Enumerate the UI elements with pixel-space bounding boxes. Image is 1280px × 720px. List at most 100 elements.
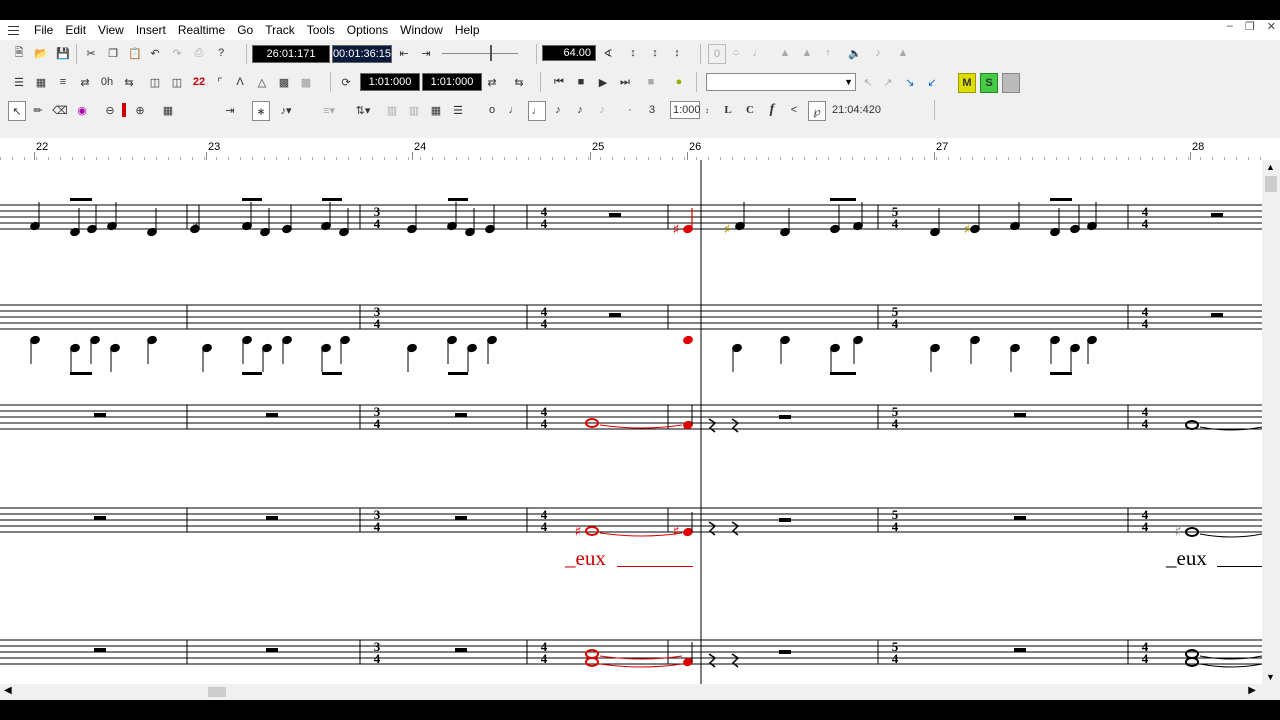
clock-icon[interactable]: 0h	[98, 73, 116, 91]
copy-icon[interactable]: ❐	[104, 44, 122, 62]
rewind-icon[interactable]: ⏮	[550, 73, 568, 91]
scrub-tool-icon[interactable]: ◉	[74, 101, 90, 119]
vertical-scrollbar[interactable]: ▲ ▼	[1262, 160, 1280, 684]
menu-options[interactable]: Options	[341, 23, 394, 37]
minimize-icon[interactable]: –	[1227, 20, 1233, 33]
fast-forward-icon[interactable]: ⏭	[616, 73, 634, 91]
menu-tools[interactable]: Tools	[301, 23, 341, 37]
thirtysecond-note-icon[interactable]: ♪	[594, 101, 610, 119]
menu-window[interactable]: Window	[394, 23, 449, 37]
speaker-icon[interactable]: 🔈	[846, 44, 864, 62]
lyrics-icon[interactable]: ⌜	[212, 73, 228, 91]
app-menu-icon[interactable]	[6, 22, 22, 38]
transpose-combo[interactable]: ⇅▾	[348, 101, 378, 119]
menu-view[interactable]: View	[92, 23, 130, 37]
help-icon[interactable]: ?	[212, 44, 230, 62]
horizontal-scrollbar[interactable]: ◀ ▶	[0, 684, 1280, 700]
select-tool-icon[interactable]: ↖	[8, 101, 26, 121]
whole-note-icon[interactable]: o	[484, 101, 500, 119]
menu-help[interactable]: Help	[449, 23, 486, 37]
prev-track-icon[interactable]: ↖	[860, 73, 876, 91]
new-file-icon[interactable]: 🗎	[10, 44, 28, 62]
lyric-syllable[interactable]: _eux	[1166, 546, 1207, 571]
scroll-right-icon[interactable]: ▶	[1248, 685, 1256, 696]
tempo-up-icon[interactable]: ↕	[668, 44, 686, 62]
chevron-down-icon[interactable]: ▼	[844, 74, 853, 90]
note-value-combo[interactable]: ♪▾	[272, 101, 300, 119]
menu-file[interactable]: File	[28, 23, 59, 37]
piano-roll-icon[interactable]: ▦	[32, 73, 50, 91]
staff-view-icon[interactable]: ≡	[54, 73, 72, 91]
eighth-note-icon[interactable]: ♪	[550, 101, 566, 119]
loop-icon[interactable]: ⟳	[338, 73, 354, 91]
half-note-icon[interactable]: ♩	[506, 101, 522, 119]
menu-edit[interactable]: Edit	[59, 23, 92, 37]
paste-icon[interactable]: 📋	[126, 44, 144, 62]
sysex-icon[interactable]: 22	[190, 73, 208, 91]
chord-icon[interactable]: ▥	[406, 101, 422, 119]
tempo-display[interactable]: 64.00	[542, 45, 596, 61]
menu-track[interactable]: Track	[259, 23, 301, 37]
now-slider[interactable]	[442, 53, 518, 54]
horizontal-scroll-thumb[interactable]	[208, 687, 226, 697]
open-folder-icon[interactable]: 📂	[32, 44, 50, 62]
rewind-marker-icon[interactable]: ⇤	[396, 44, 412, 62]
circle-tool-icon[interactable]: ○	[728, 44, 744, 62]
save-icon[interactable]: 💾	[54, 44, 72, 62]
chord-tool-button[interactable]: C	[742, 101, 758, 119]
restore-icon[interactable]: ❐	[1245, 20, 1255, 33]
pedal-tool-icon[interactable]: ℘	[808, 101, 826, 121]
track-down-icon[interactable]: ↙	[924, 73, 940, 91]
tempo-view-icon[interactable]: ◫	[168, 73, 186, 91]
score-canvas[interactable]: 3444544434445444344454443444544434445444…	[0, 160, 1262, 684]
play-icon[interactable]: ▶	[594, 73, 612, 91]
video-icon[interactable]: ▩	[298, 73, 314, 91]
arrow-up-icon[interactable]: ↑	[820, 44, 836, 62]
beam-icon[interactable]: ▥	[384, 101, 400, 119]
fader-icon[interactable]: ▩	[276, 73, 292, 91]
from-time-display[interactable]: 1:01:000	[360, 73, 420, 91]
arm-button[interactable]	[1002, 73, 1020, 93]
thru-time-display[interactable]: 1:01:000	[422, 73, 482, 91]
align-right-icon[interactable]: ⇥	[222, 101, 238, 119]
triplet-icon[interactable]: 3	[644, 101, 660, 119]
drum-icon[interactable]: △	[254, 73, 270, 91]
event-list-icon[interactable]: ⇄	[76, 73, 94, 91]
scroll-left-icon[interactable]: ◀	[4, 685, 12, 696]
grid-icon[interactable]: ▦	[160, 101, 176, 119]
undo-icon[interactable]: ↶	[146, 44, 164, 62]
pencil-tool-icon[interactable]: ✏	[30, 101, 46, 119]
fretboard-icon[interactable]: ▦	[428, 101, 444, 119]
zoom-out-icon[interactable]: ⊖	[102, 101, 118, 119]
smpte-time-display[interactable]: 00:01:36:15	[332, 45, 392, 63]
hairpin-tool-icon[interactable]: <	[786, 101, 802, 119]
cut-icon[interactable]: ✂	[82, 44, 100, 62]
record-icon[interactable]: ■	[642, 73, 660, 91]
sixteenth-note-icon[interactable]: ♪	[572, 101, 588, 119]
lyric-tool-button[interactable]: L	[720, 101, 736, 119]
panic-icon[interactable]: ●	[670, 73, 688, 91]
metronome-icon[interactable]: ▲	[894, 44, 912, 62]
snap-value-box[interactable]: 0	[708, 44, 726, 64]
note-icon[interactable]: ♪	[870, 44, 886, 62]
note-tool-icon[interactable]: ♩	[750, 44, 766, 62]
scroll-up-icon[interactable]: ▲	[1266, 162, 1275, 172]
mute-button[interactable]: M	[958, 73, 976, 93]
track-select-combo[interactable]: ▼	[706, 73, 856, 91]
zoom-in-icon[interactable]: ⊕	[132, 101, 148, 119]
tuplet-combo[interactable]: ≡▾	[314, 101, 344, 119]
marker-tool-2-icon[interactable]: ▲	[798, 44, 816, 62]
solo-button[interactable]: S	[980, 73, 998, 93]
forward-marker-icon[interactable]: ⇥	[418, 44, 434, 62]
redo-icon[interactable]: ↷	[168, 44, 186, 62]
scroll-down-icon[interactable]: ▼	[1266, 672, 1275, 682]
print-icon[interactable]: ⎙	[190, 44, 208, 62]
wave-icon[interactable]: Λ	[232, 73, 248, 91]
track-up-icon[interactable]: ↘	[902, 73, 918, 91]
loop-toggle-icon[interactable]: ⇄	[484, 73, 500, 91]
staff-view[interactable]: 3444544434445444344454443444544434445444…	[0, 160, 1262, 684]
duration-spin-icon[interactable]: ↕	[702, 101, 712, 119]
duration-field[interactable]: 1:000	[670, 101, 701, 119]
tempo-normal-icon[interactable]: ↕	[646, 44, 664, 62]
marker-tool-icon[interactable]: ▲	[776, 44, 794, 62]
